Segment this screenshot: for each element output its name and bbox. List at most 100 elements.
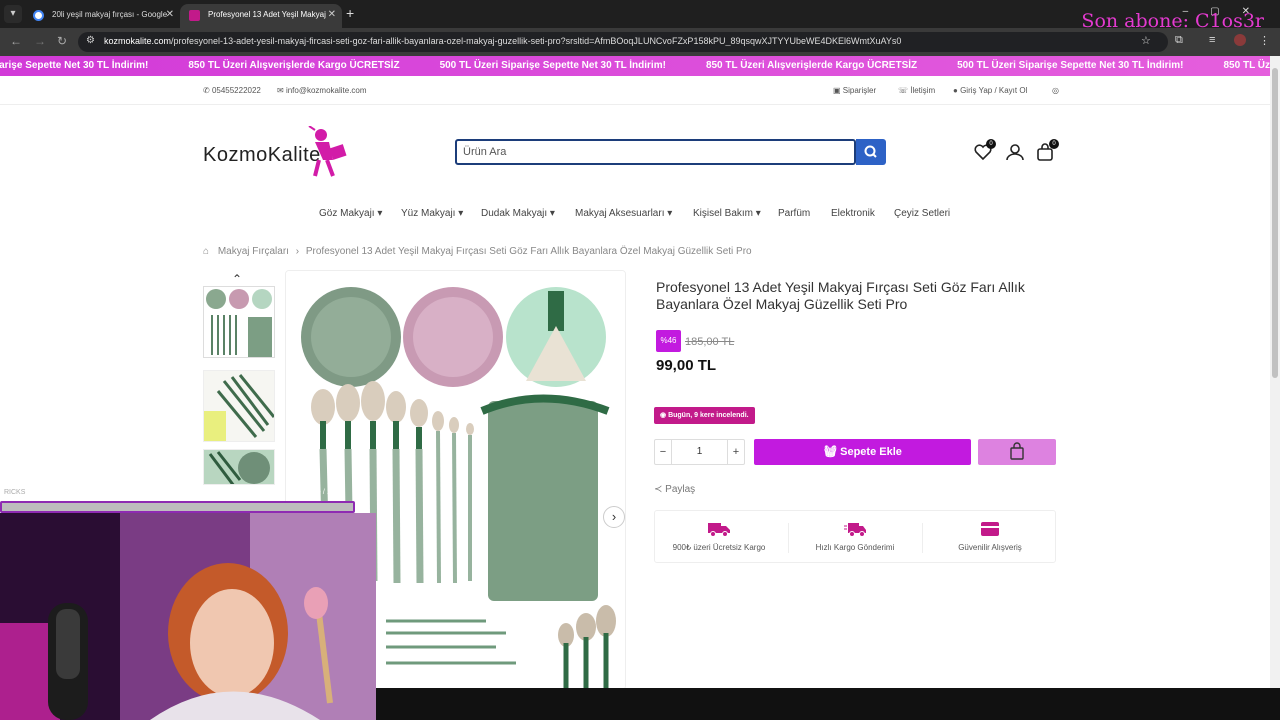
breadcrumb-current: Profesyonel 13 Adet Yeşil Makyaj Fırçası… [305, 246, 752, 257]
streamer-webcam-image [0, 513, 376, 720]
basket-icon: 🧺︎ [823, 446, 838, 458]
product-thumbnail-image [204, 450, 274, 484]
close-tab-icon[interactable]: ✕ [166, 4, 174, 26]
feature-free-shipping: 900₺ üzeri Ücretsiz Kargo [655, 511, 783, 564]
wishlist-count-badge: 0 [986, 139, 996, 149]
orders-label: Siparişler [842, 86, 877, 95]
login-link[interactable]: ● Giriş Yap / Kayıt Ol [953, 86, 1027, 95]
feature-label: 900₺ üzeri Ücretsiz Kargo [672, 543, 766, 552]
add-to-cart-label: Sepete Ekle [840, 446, 902, 458]
menu-elektronik[interactable]: Elektronik [831, 208, 875, 219]
feature-label: Güvenilir Alışveriş [958, 543, 1022, 552]
feature-label: Hızlı Kargo Gönderimi [815, 543, 895, 552]
buy-now-button[interactable] [978, 439, 1056, 465]
promo-marquee: 500 TL Üzeri Siparişe Sepette Net 30 TL … [0, 56, 1280, 76]
divider [0, 104, 1270, 105]
promo-text: 500 TL Üzeri Siparişe Sepette Net 30 TL … [957, 60, 1184, 71]
product-thumbnail-image [204, 371, 274, 441]
screen: ▾ 20li yeşil makyaj fırçası - Google ✕ P… [0, 0, 1280, 720]
media-icon[interactable]: ≡ [1209, 34, 1215, 46]
menu-makyaj-aksesuarlari[interactable]: Makyaj Aksesuarları ▾ [575, 208, 672, 219]
menu-yuz-makyaji[interactable]: Yüz Makyajı ▾ [401, 208, 463, 219]
search-button[interactable] [856, 139, 886, 165]
back-icon[interactable]: ← [10, 34, 22, 48]
quantity-stepper: − 1 + [654, 439, 745, 465]
increase-quantity-button[interactable]: + [727, 440, 744, 464]
new-tab-button[interactable]: + [346, 5, 354, 21]
extensions-icon[interactable]: ⧉ [1175, 34, 1183, 47]
user-account-icon[interactable] [1004, 141, 1026, 163]
home-icon[interactable]: ⌂ [203, 246, 209, 257]
webcam-overlay-counter: 0 / 1.000 [317, 489, 345, 496]
tab-title: 20li yeşil makyaj fırçası - Google [52, 10, 168, 19]
email-info[interactable]: ✉ info@kozmokalite.com [277, 86, 367, 95]
menu-label: Çeyiz Setleri [894, 208, 951, 219]
menu-label: Elektronik [831, 208, 875, 219]
site-info-icon[interactable]: ⚙ [86, 35, 95, 46]
thumbnail-1[interactable] [203, 286, 275, 358]
login-label: Giriş Yap / Kayıt Ol [960, 86, 1028, 95]
promo-text: 850 TL Üzeri Alışverişlerde Kargo ÜCRETS… [705, 60, 918, 71]
more-menu-icon[interactable]: ⋮ [1259, 34, 1270, 47]
contact-link[interactable]: ☏ İletişim [898, 86, 935, 95]
close-tab-icon[interactable]: ✕ [328, 4, 336, 26]
tab-product-page[interactable]: Profesyonel 13 Adet Yeşil Makyaj ✕ [180, 4, 342, 28]
page-scrollbar[interactable] [1270, 56, 1280, 688]
add-to-cart-button[interactable]: 🧺︎ Sepete Ekle [754, 439, 971, 465]
search-input[interactable]: Ürün Ara [455, 139, 856, 165]
breadcrumb-category[interactable]: Makyaj Fırçaları [218, 246, 289, 257]
email-address: info@kozmokalite.com [285, 86, 367, 95]
quantity-input[interactable]: 1 [672, 440, 727, 464]
phone-info[interactable]: ✆ 05455222022 [203, 86, 261, 95]
decrease-quantity-button[interactable]: − [655, 440, 672, 464]
menu-label: Kişisel Bakım [693, 208, 754, 219]
menu-label: Makyaj Aksesuarları [575, 208, 665, 219]
kozmokalite-favicon-icon [189, 10, 200, 21]
breadcrumb: ⌂ Makyaj Fırçaları › Profesyonel 13 Adet… [203, 246, 752, 257]
webcam-overlay-label: RICKS [4, 489, 26, 496]
menu-label: Parfüm [778, 208, 811, 219]
feature-secure-shopping: Güvenilir Alışveriş [923, 511, 1057, 564]
menu-parfum[interactable]: Parfüm [778, 208, 810, 219]
reload-icon[interactable]: ↻ [57, 34, 67, 48]
thumbnail-2[interactable] [203, 370, 275, 442]
search-icon [864, 145, 877, 158]
fast-truck-icon [844, 523, 866, 537]
logo-figure-icon [308, 126, 347, 177]
views-text: Bugün, 9 kere incelendi. [668, 412, 749, 419]
promo-text: 500 TL Üzeri Siparişe Sepette Net 30 TL … [0, 60, 149, 71]
thumb-up-arrow-icon[interactable]: ⌃ [232, 272, 242, 286]
url-path: /profesyonel-13-adet-yesil-makyaj-fircas… [171, 36, 902, 46]
bookmark-star-icon[interactable]: ☆ [1141, 34, 1151, 47]
phone-number: 05455222022 [211, 86, 261, 95]
next-image-chevron-icon[interactable]: › [603, 506, 625, 528]
menu-label: Dudak Makyajı [481, 208, 548, 219]
forward-icon[interactable]: → [34, 34, 46, 48]
tab-google-search[interactable]: 20li yeşil makyaj fırçası - Google ✕ [24, 4, 180, 28]
menu-label: Göz Makyajı [319, 208, 375, 219]
profile-avatar[interactable] [1234, 34, 1246, 46]
menu-kisisel-bakim[interactable]: Kişisel Bakım ▾ [693, 208, 761, 219]
instagram-icon[interactable]: ◎ [1052, 86, 1059, 95]
url-text[interactable]: kozmokalite.com/profesyonel-13-adet-yesi… [104, 36, 1134, 46]
share-link[interactable]: ≺ Paylaş [654, 484, 695, 495]
stream-progress-bar [0, 501, 355, 513]
orders-link[interactable]: ▣ Siparişler [833, 86, 876, 95]
scrollbar-thumb[interactable] [1272, 68, 1278, 378]
feature-fast-shipping: Hızlı Kargo Gönderimi [789, 511, 921, 564]
current-price: 99,00 TL [656, 357, 717, 374]
google-favicon-icon [33, 10, 44, 21]
menu-goz-makyaji[interactable]: Göz Makyajı ▾ [319, 208, 382, 219]
truck-icon [708, 523, 730, 537]
thumbnail-3[interactable] [203, 449, 275, 485]
menu-dudak-makyaji[interactable]: Dudak Makyajı ▾ [481, 208, 555, 219]
cart-count-badge: 0 [1049, 139, 1059, 149]
views-badge: ◉ Bugün, 9 kere incelendi. [654, 407, 755, 424]
tab-search-button[interactable]: ▾ [4, 5, 22, 23]
menu-label: Yüz Makyajı [401, 208, 456, 219]
url-domain: kozmokalite.com [104, 36, 172, 46]
product-thumbnail-image [206, 289, 272, 357]
discount-badge: %46 [656, 330, 681, 352]
menu-ceyiz-setleri[interactable]: Çeyiz Setleri [894, 208, 950, 219]
tab-title: Profesyonel 13 Adet Yeşil Makyaj [208, 10, 326, 19]
